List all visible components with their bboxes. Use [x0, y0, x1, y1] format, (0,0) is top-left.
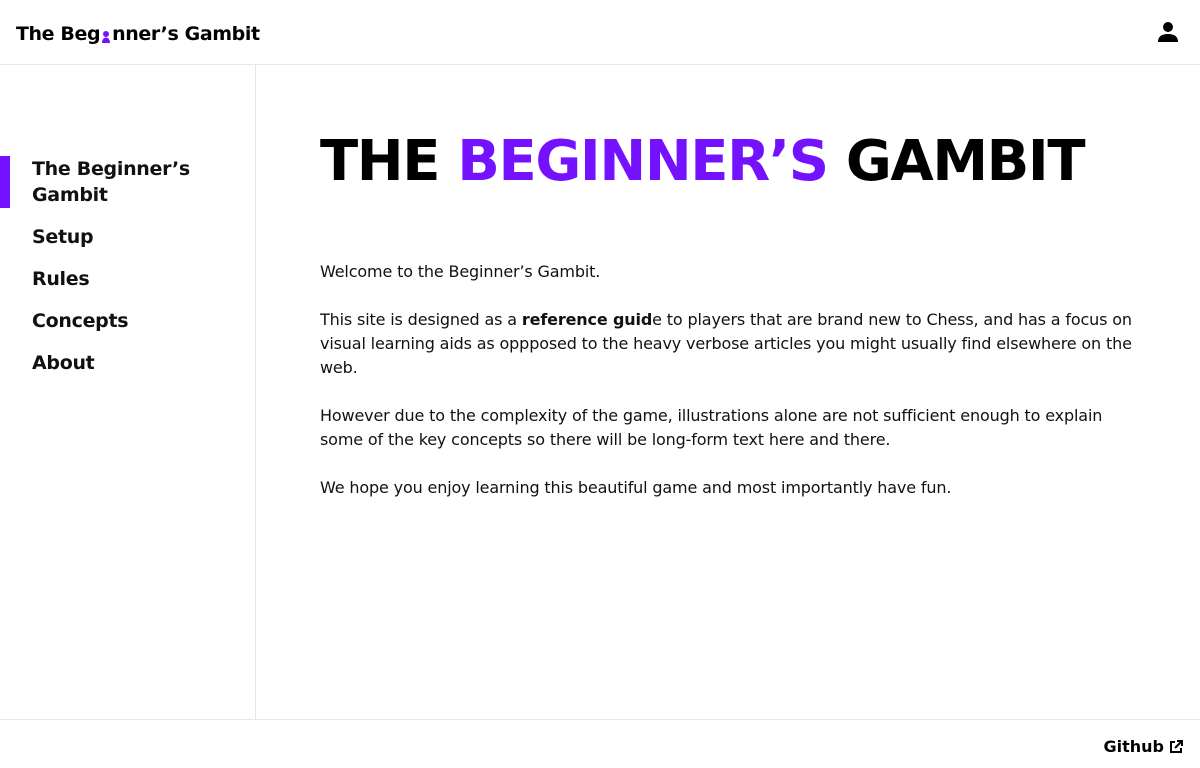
github-label: Github	[1103, 737, 1165, 756]
complexity-paragraph: However due to the complexity of the gam…	[320, 406, 1103, 449]
sidebar-item-concepts[interactable]: Concepts	[32, 308, 232, 334]
logo-text-end: nner’s Gambit	[112, 23, 260, 45]
top-header: The Beg nner’s Gambit	[0, 0, 1200, 65]
user-icon[interactable]	[1157, 21, 1179, 43]
intro-text-start: This site is designed as a	[320, 310, 522, 329]
logo-text-start: The Beg	[16, 23, 101, 45]
sidebar-item-home[interactable]: The Beginner’s Gambit	[32, 156, 232, 208]
sidebar-item-about[interactable]: About	[32, 350, 232, 376]
title-word-beginners: BEGINNER’S	[457, 129, 829, 194]
page-title: THE BEGINNER’S GAMBIT	[320, 128, 1086, 196]
pawn-icon	[102, 31, 111, 43]
github-link[interactable]: Github	[1103, 737, 1183, 756]
closing-paragraph: We hope you enjoy learning this beautifu…	[320, 478, 952, 497]
intro-bold-text: reference guid	[521, 310, 653, 329]
sidebar-nav: The Beginner’s Gambit Setup Rules Concep…	[0, 65, 256, 720]
site-logo[interactable]: The Beg nner’s Gambit	[16, 23, 260, 45]
title-word-the: THE	[320, 129, 441, 194]
page-footer: Github	[0, 719, 1200, 768]
sidebar-item-setup[interactable]: Setup	[32, 224, 232, 250]
sidebar-item-rules[interactable]: Rules	[32, 266, 232, 292]
active-indicator	[0, 156, 10, 208]
title-word-gambit: GAMBIT	[845, 129, 1086, 194]
welcome-paragraph: Welcome to the Beginner’s Gambit.	[320, 262, 601, 281]
intro-paragraph: This site is designed as a reference gui…	[320, 308, 1136, 380]
external-link-icon	[1170, 739, 1183, 753]
main-content: THE BEGINNER’S GAMBIT Welcome to the Beg…	[256, 65, 1200, 720]
